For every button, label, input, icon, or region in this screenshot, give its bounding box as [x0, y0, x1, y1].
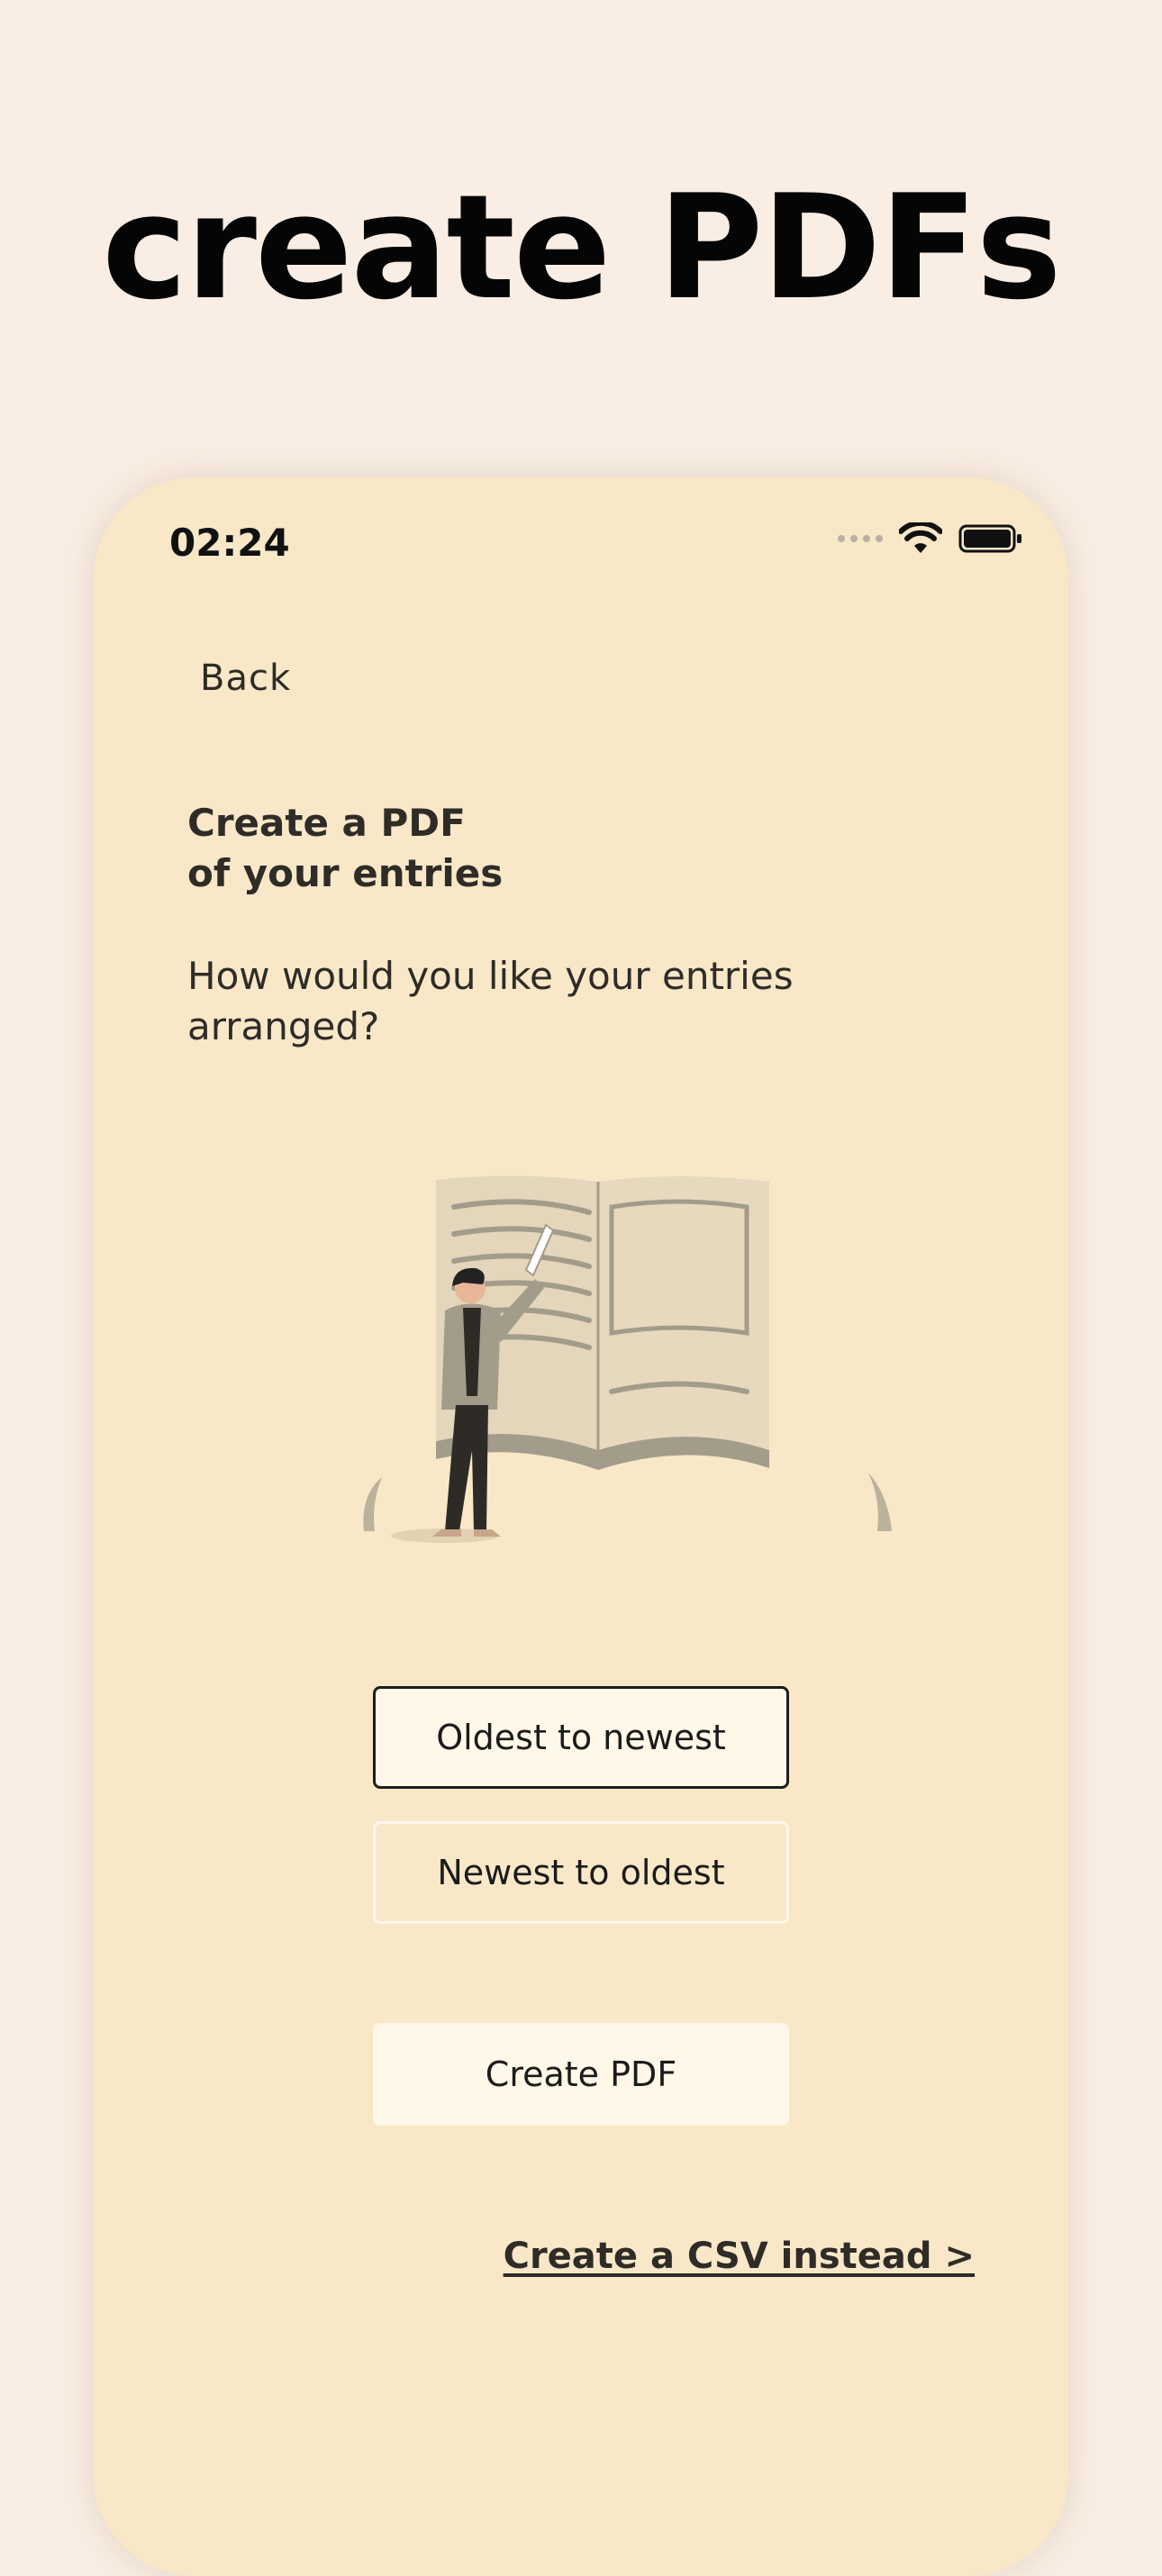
create-csv-link[interactable]: Create a CSV instead >	[504, 2236, 975, 2277]
back-button[interactable]: Back	[200, 658, 291, 699]
phone-screen: 02:24 Back Create a PDF of your entries …	[94, 477, 1068, 2576]
status-time: 02:24	[169, 521, 290, 565]
wifi-icon	[899, 522, 942, 553]
battery-icon	[958, 524, 1021, 553]
oldest-to-newest-button[interactable]: Oldest to newest	[373, 1686, 789, 1789]
page-title: Create a PDF of your entries	[187, 801, 504, 895]
status-icons	[838, 522, 1023, 555]
marketing-headline: create PDFs	[102, 163, 1062, 331]
book-illustration	[363, 1175, 892, 1543]
newest-to-oldest-button[interactable]: Newest to oldest	[373, 1821, 789, 1924]
page-subtitle: How would you like your entries arranged…	[187, 954, 794, 1048]
create-pdf-button[interactable]: Create PDF	[373, 2023, 789, 2126]
signal-dots-icon	[838, 535, 883, 542]
